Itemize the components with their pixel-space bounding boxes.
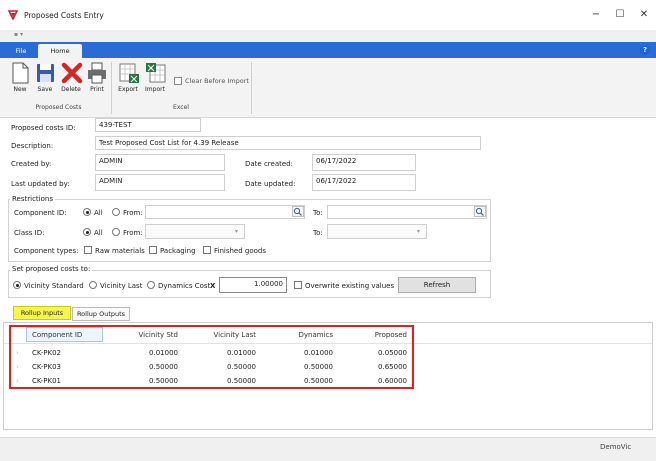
proposed-costs-id-label: Proposed costs ID: [11,124,76,132]
component-id-label: Component ID: [14,209,67,217]
multiplier-input[interactable]: 1.00000 [219,277,287,293]
packaging-checkbox[interactable] [149,246,157,254]
vicinity-standard-radio[interactable] [13,281,21,289]
delete-x-icon [61,62,83,84]
print-button[interactable]: Print [84,60,110,96]
tab-rollup-outputs[interactable]: Rollup Outputs [72,307,130,321]
group-label-excel: Excel [173,104,189,111]
chevron-down-icon: ▾ [417,228,421,235]
created-by-field: ADMIN [95,154,225,171]
date-created-field: 06/17/2022 [312,154,416,171]
component-id-from-field[interactable] [145,205,305,219]
overwrite-label: Overwrite existing values [305,282,395,290]
raw-materials-checkbox[interactable] [84,246,92,254]
tab-file[interactable]: File [8,44,34,58]
close-button[interactable]: ✕ [636,8,652,22]
dynamics-cost-radio[interactable] [147,281,155,289]
component-id-from-radio[interactable] [112,208,120,216]
last-updated-by-field: ADMIN [95,174,225,191]
chevron-down-icon: ▾ [235,228,239,235]
finished-goods-checkbox[interactable] [203,246,211,254]
group-label-proposed-costs: Proposed Costs [35,104,82,111]
dynamics-cost-label: Dynamics Cost [158,282,211,290]
restrictions-title: Restrictions [10,195,55,203]
date-updated-field: 06/17/2022 [312,174,416,191]
class-id-from-radio[interactable] [112,228,120,236]
status-text: DemoVic [600,443,632,451]
date-updated-label: Date updated: [245,180,296,188]
class-id-all-label: All [94,229,103,237]
class-id-to-dropdown[interactable] [327,224,427,239]
search-icon [475,207,484,216]
overwrite-checkbox[interactable] [294,281,302,289]
component-id-to-lookup[interactable] [474,206,486,217]
class-id-label: Class ID: [14,229,45,237]
export-excel-icon [119,63,139,83]
help-icon[interactable]: ? [640,45,650,55]
finished-goods-label: Finished goods [214,247,267,255]
search-icon [293,207,302,216]
packaging-label: Packaging [160,247,196,255]
ribbon-group-separator [251,62,252,114]
status-bar [0,437,656,461]
vicinity-last-radio[interactable] [89,281,97,289]
component-id-from-lookup[interactable] [292,206,304,217]
set-proposed-costs-title: Set proposed costs to: [10,265,93,273]
raw-materials-label: Raw materials [95,247,145,255]
description-label: Description: [11,142,54,150]
component-id-all-radio[interactable] [83,208,91,216]
printer-icon [88,62,106,84]
class-id-all-radio[interactable] [83,228,91,236]
clear-before-import-checkbox[interactable] [174,77,182,85]
tab-rollup-inputs[interactable]: Rollup Inputs [13,306,71,320]
vicinity-standard-label: Vicinity Standard [24,282,84,290]
component-id-from-label: From: [123,209,143,217]
clear-before-import-label: Clear Before Import [185,77,249,85]
new-document-icon [12,62,29,84]
import-excel-icon [146,63,166,83]
refresh-button[interactable]: Refresh [398,277,476,293]
import-label: Import [145,86,165,93]
class-id-from-label: From: [123,229,143,237]
component-id-to-field[interactable] [327,205,487,219]
quick-access-toolbar: ▪ ▾ [0,30,656,42]
multiply-symbol: X [210,282,216,290]
vicinity-last-label: Vicinity Last [100,282,143,290]
minimize-button[interactable]: − [588,8,604,22]
created-by-label: Created by: [11,160,52,168]
maximize-button[interactable]: ☐ [612,8,628,22]
last-updated-by-label: Last updated by: [11,180,70,188]
proposed-costs-id-field[interactable]: 439-TEST [95,118,201,132]
tab-home[interactable]: Home [38,44,82,58]
app-logo-icon [8,10,18,20]
annotation-highlight-box [9,325,414,389]
save-icon [37,64,54,82]
import-button[interactable]: Import [142,60,168,96]
date-created-label: Date created: [245,160,293,168]
description-field[interactable]: Test Proposed Cost List for 4.39 Release [95,136,481,150]
class-id-from-dropdown[interactable] [145,224,245,239]
component-id-all-label: All [94,209,103,217]
window-title: Proposed Costs Entry [24,11,104,20]
quick-access-menu[interactable]: ▪ ▾ [14,31,23,38]
component-id-to-label: To: [313,209,323,217]
ribbon-tab-bar [0,42,656,58]
class-id-to-label: To: [313,229,323,237]
component-types-label: Component types: [14,247,79,255]
